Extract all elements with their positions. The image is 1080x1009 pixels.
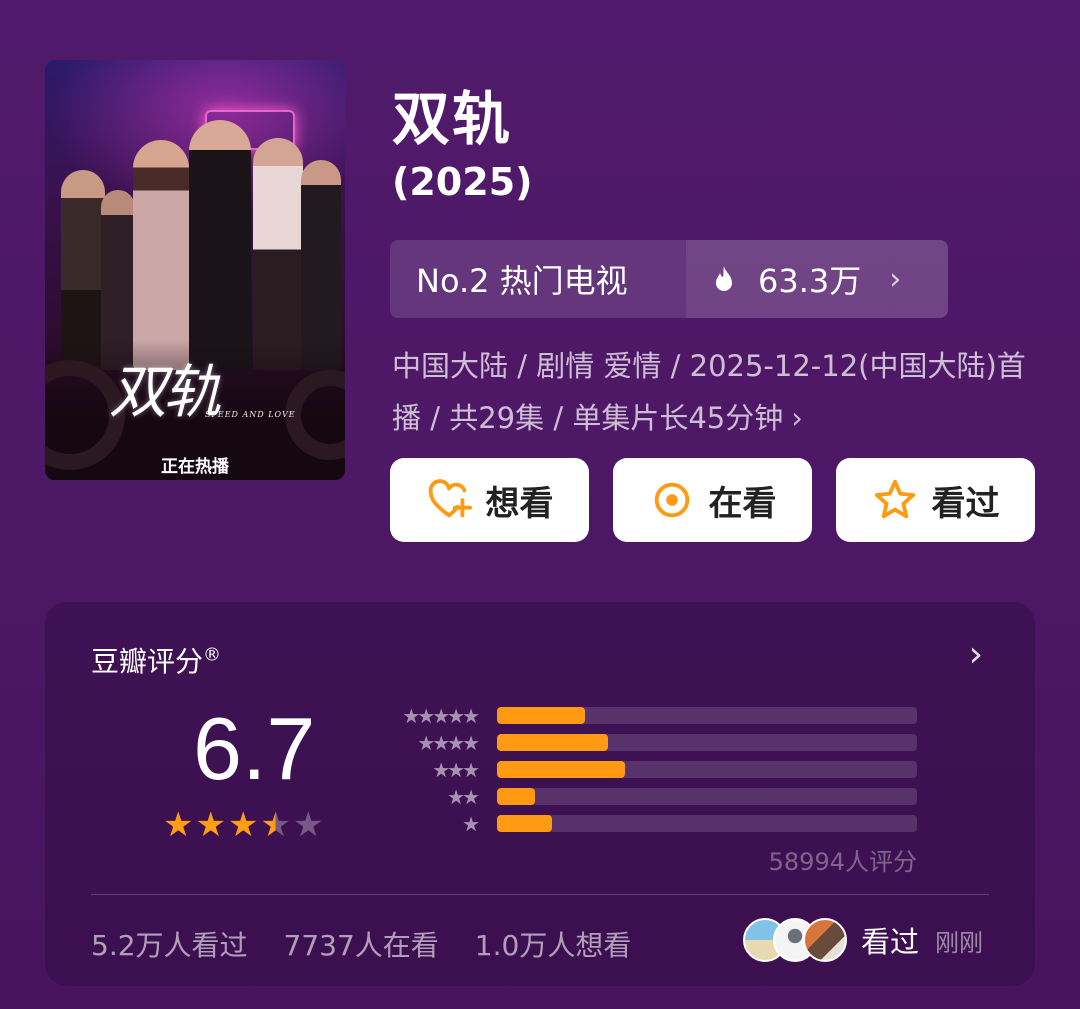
distribution-row-1-star: ★ [375,810,917,837]
star-half-icon: ★ [260,805,291,845]
poster-figure [133,140,189,370]
star-full-icon: ★ [163,805,194,845]
chevron-right-icon: › [889,261,902,297]
heart-plus-icon [428,479,472,518]
watching-count[interactable]: 7737人在看 [284,924,439,964]
watching-button[interactable]: 在看 [613,458,812,542]
heat-value: 63.3万 [758,262,862,300]
distribution-row-3-star: ★★★ [375,756,917,783]
distribution-bar [497,815,552,832]
distribution-stars-icon: ★★★★ [417,730,480,755]
chevron-right-icon: › [791,401,803,435]
rating-stars: ★ ★ ★ ★ ★ [163,808,323,842]
distribution-stars-icon: ★★★ [432,757,480,782]
want-to-watch-label: 想看 [485,483,554,524]
watching-label: 在看 [708,483,777,524]
distribution-bar [497,734,609,751]
ranking-label[interactable]: No.2 热门电视 [390,240,686,318]
distribution-row-2-star: ★★ [375,783,917,810]
distribution-bar-track [497,761,917,778]
show-title: 双轨 [392,85,513,153]
divider [91,894,989,895]
distribution-bar-track [497,734,917,751]
friends-activity[interactable]: 看过 刚刚 [743,918,983,962]
distribution-bar-track [497,707,917,724]
poster-figure [253,138,303,370]
rating-card[interactable]: 豆瓣评分® › 6.7 ★ ★ ★ ★ ★ ★★★★★ ★★★★ ★★★ ★★ ★ 58994人… [45,602,1035,986]
rating-card-title: 豆瓣评分® [91,640,221,680]
meta-text: 中国大陆 / 剧情 爱情 / 2025-12-12(中国大陆)首播 / 共29集… [392,349,1026,435]
show-meta[interactable]: 中国大陆 / 剧情 爱情 / 2025-12-12(中国大陆)首播 / 共29集… [392,340,1032,444]
star-outline-icon [874,479,915,519]
rating-score: 6.7 [193,699,316,798]
poster-status: 正在热播 [161,457,229,477]
distribution-bar-track [497,788,917,805]
poster-logo: 双轨 [109,358,221,426]
poster-figure [189,120,251,370]
star-empty-icon: ★ [292,805,324,845]
want-count[interactable]: 1.0万人想看 [475,924,632,964]
distribution-bar [497,761,626,778]
distribution-stars-icon: ★ [462,811,480,836]
heat-link[interactable]: 63.3万 › [686,240,948,318]
chevron-right-icon[interactable]: › [969,634,983,675]
watch-stats: 5.2万人看过 7737人在看 1.0万人想看 [91,924,631,964]
watched-label: 看过 [931,483,1000,524]
watched-button[interactable]: 看过 [836,458,1035,542]
poster-logo-subtitle: SPEED AND LOVE [205,410,296,419]
want-to-watch-button[interactable]: 想看 [390,458,589,542]
distribution-stars-icon: ★★ [447,784,480,809]
avatar [803,918,847,962]
flame-icon [716,266,732,291]
target-icon [654,482,689,518]
poster-image[interactable]: 双轨 SPEED AND LOVE 正在热播 [45,60,345,480]
star-full-icon: ★ [227,805,259,845]
distribution-bar [497,788,535,805]
show-year: (2025) [392,160,533,204]
friends-label: 看过 [861,925,920,959]
distribution-bar [497,707,586,724]
ranking-pill[interactable]: No.2 热门电视 63.3万 › [390,240,948,318]
rating-count: 58994人评分 [768,848,917,876]
action-buttons: 想看 在看 看过 [390,458,1035,542]
distribution-bar-track [497,815,917,832]
distribution-row-5-star: ★★★★★ [375,702,917,729]
rating-distribution: ★★★★★ ★★★★ ★★★ ★★ ★ [375,702,917,837]
distribution-stars-icon: ★★★★★ [402,703,480,728]
registered-mark: ® [203,644,222,666]
distribution-row-4-star: ★★★★ [375,729,917,756]
poster-figure [301,160,341,370]
rating-title-text: 豆瓣评分 [91,645,204,678]
star-full-icon: ★ [195,805,226,845]
friends-time: 刚刚 [935,928,984,957]
watched-count[interactable]: 5.2万人看过 [91,924,248,964]
